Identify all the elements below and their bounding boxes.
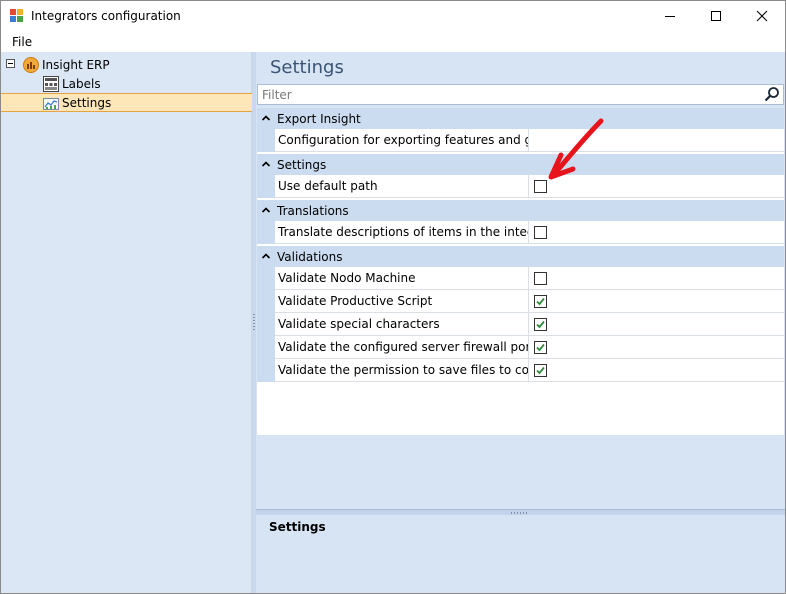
tree-item-label: Settings — [62, 95, 112, 110]
property-value — [529, 290, 784, 313]
labels-icon — [43, 75, 59, 92]
description-title: Settings — [269, 520, 326, 534]
property-row[interactable]: Validate Productive Script — [257, 290, 784, 313]
validate-nodo-machine-checkbox[interactable] — [534, 272, 547, 285]
category-label: Settings — [277, 158, 327, 172]
category-translations[interactable]: Translations — [257, 200, 784, 221]
splitter-grip[interactable] — [511, 512, 529, 514]
menu-bar: File — [1, 32, 785, 52]
search-icon — [764, 87, 779, 102]
chevron-up-icon — [261, 115, 271, 121]
tree-item-insight-erp[interactable]: Insight ERP — [23, 55, 110, 74]
category-label: Export Insight — [277, 112, 361, 126]
property-row[interactable]: Validate the permission to save files to… — [257, 359, 784, 382]
property-name: Use default path — [275, 175, 529, 198]
tree-selection-highlight — [1, 93, 252, 112]
filter-box[interactable] — [257, 84, 784, 105]
property-grid: Export Insight Configuration for exporti… — [257, 108, 784, 435]
filter-input[interactable] — [258, 85, 758, 104]
chevron-up-icon — [261, 207, 271, 213]
row-gutter — [257, 359, 275, 382]
close-button[interactable] — [739, 1, 785, 31]
annotation-arrow-icon — [548, 118, 604, 180]
property-name: Validate special characters — [275, 313, 529, 336]
app-icon — [10, 9, 24, 23]
chevron-up-icon — [261, 253, 271, 259]
row-gutter — [257, 129, 275, 152]
row-gutter — [257, 267, 275, 290]
property-name: Validate Productive Script — [275, 290, 529, 313]
validate-firewall-port-checkbox[interactable] — [534, 341, 547, 354]
settings-panel: Settings Export Insight Configuration fo… — [256, 52, 785, 593]
splitter-grip[interactable] — [253, 314, 255, 332]
property-value — [529, 359, 784, 382]
property-row[interactable]: Validate special characters — [257, 313, 784, 336]
navigation-tree — [1, 52, 252, 593]
category-settings[interactable]: Settings — [257, 154, 784, 175]
property-row[interactable]: Translate descriptions of items in the i… — [257, 221, 784, 244]
maximize-icon — [711, 11, 721, 21]
validate-productive-script-checkbox[interactable] — [534, 295, 547, 308]
property-grid-empty-area — [257, 435, 784, 509]
checkmark-icon — [536, 366, 545, 375]
title-bar[interactable]: Integrators configuration — [1, 1, 785, 31]
row-gutter — [257, 336, 275, 359]
checkmark-icon — [536, 297, 545, 306]
chevron-up-icon — [261, 161, 271, 167]
category-validations[interactable]: Validations — [257, 246, 784, 267]
checkmark-icon — [536, 320, 545, 329]
property-row[interactable]: Use default path — [257, 175, 784, 198]
row-gutter — [257, 175, 275, 198]
validate-special-characters-checkbox[interactable] — [534, 318, 547, 331]
property-name: Validate the configured server firewall … — [275, 336, 529, 359]
page-title: Settings — [270, 57, 344, 78]
maximize-button[interactable] — [693, 1, 739, 31]
tree-item-settings[interactable]: Settings — [43, 93, 111, 112]
menu-file[interactable]: File — [12, 35, 32, 49]
property-value — [529, 221, 784, 244]
tree-item-labels[interactable]: Labels — [43, 74, 101, 93]
property-row[interactable]: Configuration for exporting features and… — [257, 129, 784, 152]
integrators-configuration-window: Integrators configuration File Insight E… — [0, 0, 786, 594]
tree-item-label: Insight ERP — [42, 57, 110, 72]
validate-save-permission-checkbox[interactable] — [534, 364, 547, 377]
property-row[interactable]: Validate the configured server firewall … — [257, 336, 784, 359]
property-name: Validate Nodo Machine — [275, 267, 529, 290]
property-value — [529, 313, 784, 336]
translate-descriptions-checkbox[interactable] — [534, 226, 547, 239]
row-gutter — [257, 313, 275, 336]
property-row[interactable]: Validate Nodo Machine — [257, 267, 784, 290]
tree-collapse-toggle[interactable] — [6, 59, 15, 68]
row-gutter — [257, 221, 275, 244]
erp-globe-icon — [23, 56, 39, 73]
chart-icon — [43, 97, 59, 110]
category-export-insight[interactable]: Export Insight — [257, 108, 784, 129]
property-name: Translate descriptions of items in the i… — [275, 221, 529, 244]
minimize-button[interactable] — [647, 1, 693, 31]
property-value — [529, 336, 784, 359]
minimize-icon — [665, 16, 675, 17]
close-icon — [756, 10, 768, 22]
window-title: Integrators configuration — [31, 9, 181, 23]
row-gutter — [257, 290, 275, 313]
search-button[interactable] — [763, 86, 781, 103]
category-label: Translations — [277, 204, 349, 218]
property-value — [529, 267, 784, 290]
description-pane: Settings — [256, 515, 785, 593]
category-label: Validations — [277, 250, 343, 264]
property-name: Configuration for exporting features and… — [275, 129, 529, 152]
checkmark-icon — [536, 343, 545, 352]
tree-item-label: Labels — [62, 76, 101, 91]
property-name: Validate the permission to save files to… — [275, 359, 529, 382]
